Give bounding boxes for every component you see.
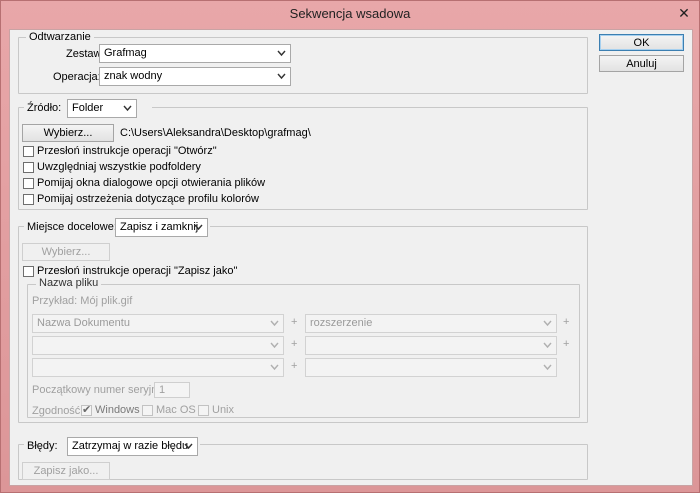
filename-field-6 [305, 358, 557, 377]
destination-label: Miejsce docelowe: [27, 221, 117, 233]
source-select[interactable]: Folder [67, 99, 137, 118]
compat-label: Zgodność: [32, 405, 84, 417]
errors-select[interactable]: Zatrzymaj w razie błędu [67, 437, 198, 456]
chevron-down-icon [184, 443, 193, 450]
chevron-down-icon [270, 320, 279, 327]
include-subfolders-label[interactable]: Uwzględniaj wszystkie podfoldery [37, 161, 201, 173]
serial-label: Początkowy numer seryjny: [32, 384, 166, 396]
filename-field-4 [305, 336, 557, 355]
plus-icon: + [291, 338, 298, 350]
action-select[interactable]: znak wodny [99, 67, 291, 86]
filename-legend: Nazwa pliku [36, 277, 102, 289]
override-open-label[interactable]: Przesłoń instrukcje operacji "Otwórz" [37, 145, 217, 157]
chevron-down-icon [194, 224, 203, 231]
include-subfolders-checkbox[interactable] [23, 162, 34, 173]
source-select-value: Folder [72, 102, 104, 114]
cancel-button[interactable]: Anuluj [599, 55, 684, 72]
suppress-open-dialogs-checkbox[interactable] [23, 178, 34, 189]
destination-select[interactable]: Zapisz i zamknij [115, 218, 208, 237]
chevron-down-icon [277, 73, 286, 80]
source-path: C:\Users\Aleksandra\Desktop\grafmag\ [120, 127, 311, 139]
chevron-down-icon [543, 364, 552, 371]
errors-select-value: Zatrzymaj w razie błędu [72, 440, 189, 452]
compat-unix-label: Unix [212, 404, 235, 416]
filename-field-1: Nazwa Dokumentu [32, 314, 284, 333]
filename-field-2-value: rozszerzenie [310, 317, 373, 329]
override-open-checkbox[interactable] [23, 146, 34, 157]
close-icon[interactable]: ✕ [677, 6, 691, 20]
destination-choose-button: Wybierz... [22, 243, 110, 261]
set-select[interactable]: Grafmag [99, 44, 291, 63]
plus-icon: + [563, 316, 570, 328]
filename-field-2: rozszerzenie [305, 314, 557, 333]
compat-windows-label: Windows [95, 404, 140, 416]
filename-example: Przykład: Mój plik.gif [32, 295, 133, 307]
compat-windows-checkbox: ✔ [81, 404, 92, 416]
suppress-color-warnings-label[interactable]: Pomijaj ostrzeżenia dotyczące profilu ko… [37, 193, 259, 205]
set-select-value: Grafmag [104, 47, 147, 59]
plus-icon: + [291, 360, 298, 372]
ok-button[interactable]: OK [599, 34, 684, 51]
suppress-color-warnings-checkbox[interactable] [23, 194, 34, 205]
chevron-down-icon [123, 105, 132, 112]
filename-field-5 [32, 358, 284, 377]
action-label: Operacja: [53, 71, 101, 83]
errors-save-as-button: Zapisz jako... [22, 462, 110, 480]
chevron-down-icon [277, 50, 286, 57]
play-legend: Odtwarzanie [26, 31, 94, 43]
source-legend: Źródło: Folder [24, 99, 152, 119]
action-select-value: znak wodny [104, 70, 163, 82]
title-bar[interactable]: Sekwencja wsadowa ✕ [1, 1, 699, 27]
chevron-down-icon [270, 342, 279, 349]
errors-label: Błędy: [27, 440, 58, 452]
override-save-as-checkbox[interactable] [23, 266, 34, 277]
window-title: Sekwencja wsadowa [289, 6, 411, 21]
compat-unix-checkbox [198, 405, 209, 416]
check-icon: ✔ [82, 404, 92, 416]
dialog-body: Odtwarzanie Zestaw: Grafmag Operacja: zn… [9, 29, 693, 486]
errors-legend: Błędy: Zatrzymaj w razie błędu [24, 437, 200, 457]
source-choose-button[interactable]: Wybierz... [22, 124, 114, 142]
destination-select-value: Zapisz i zamknij [120, 221, 199, 233]
compat-macos-label: Mac OS [156, 404, 196, 416]
plus-icon: + [291, 316, 298, 328]
plus-icon: + [563, 338, 570, 350]
compat-macos-checkbox [142, 405, 153, 416]
chevron-down-icon [543, 320, 552, 327]
suppress-open-dialogs-label[interactable]: Pomijaj okna dialogowe opcji otwierania … [37, 177, 265, 189]
source-label: Źródło: [27, 102, 62, 114]
chevron-down-icon [543, 342, 552, 349]
override-save-as-label[interactable]: Przesłoń instrukcje operacji "Zapisz jak… [37, 265, 237, 277]
dialog-window: Sekwencja wsadowa ✕ Odtwarzanie Zestaw: … [0, 0, 700, 493]
filename-field-3 [32, 336, 284, 355]
chevron-down-icon [270, 364, 279, 371]
destination-legend: Miejsce docelowe: Zapisz i zamknij [24, 218, 210, 238]
filename-field-1-value: Nazwa Dokumentu [37, 317, 130, 329]
serial-input: 1 [154, 382, 190, 398]
